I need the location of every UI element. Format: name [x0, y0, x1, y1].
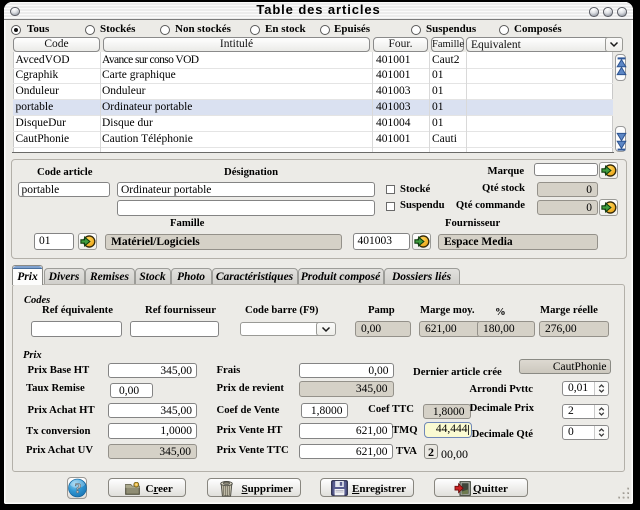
svg-text:?: ? [74, 481, 81, 497]
